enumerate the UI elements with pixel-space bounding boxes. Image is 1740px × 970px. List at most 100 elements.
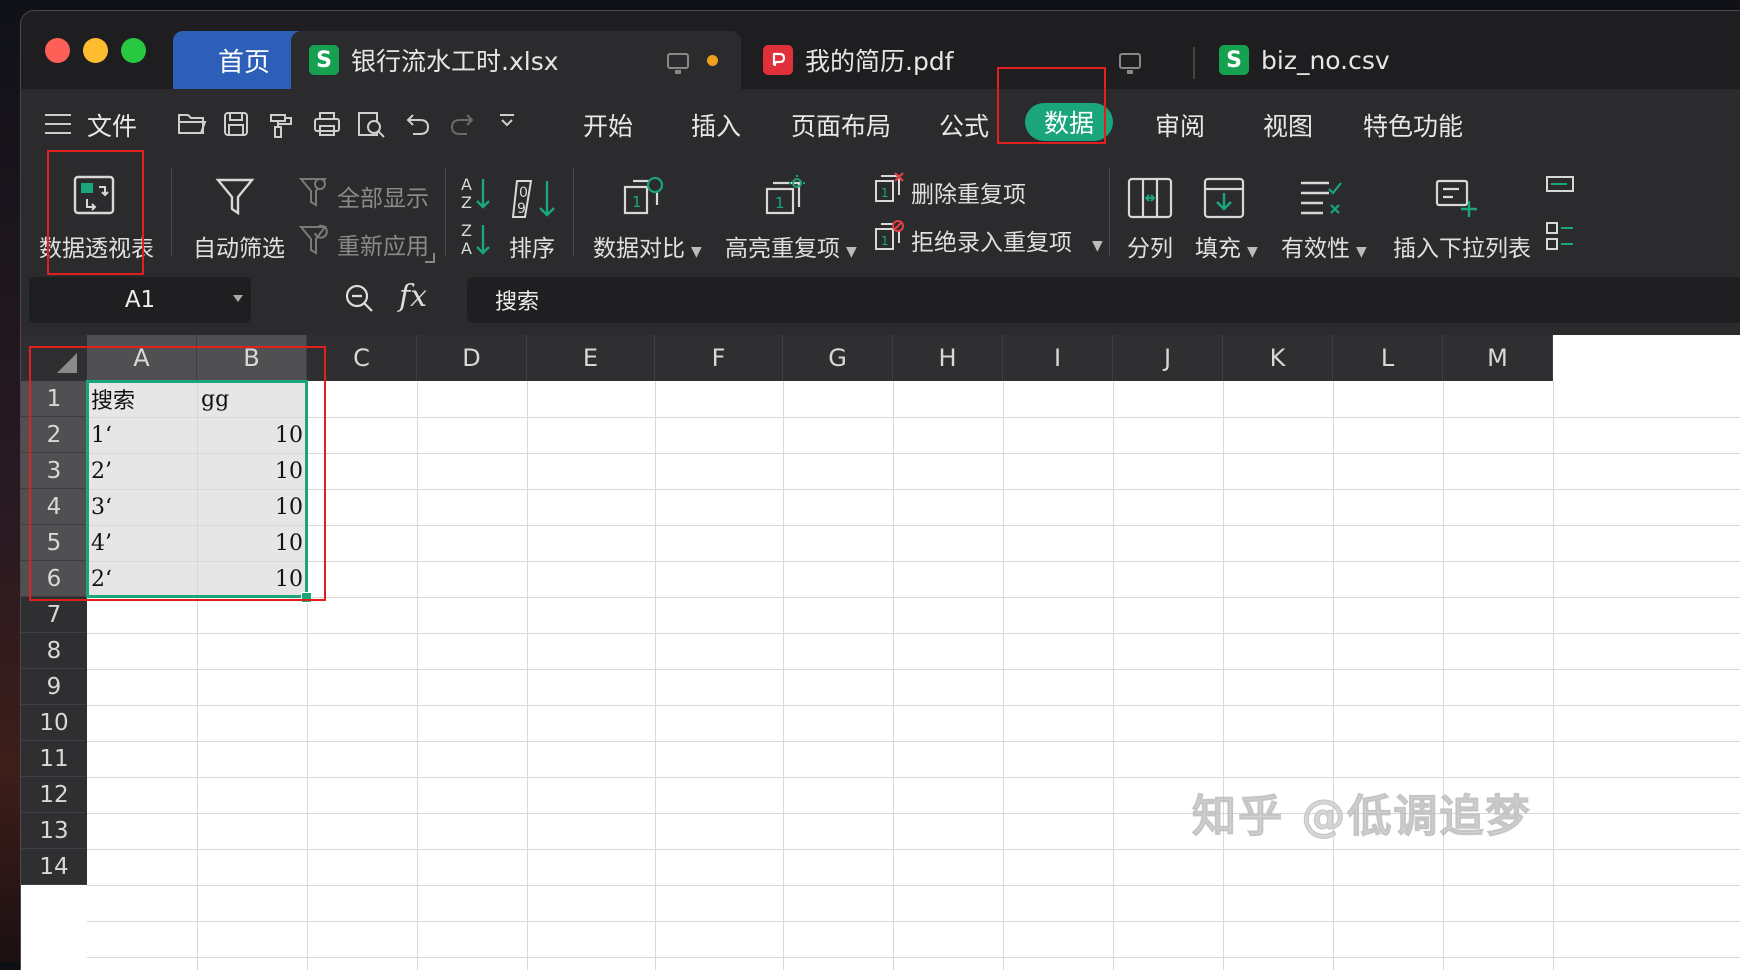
zoom-window-button[interactable] <box>121 38 146 63</box>
grid-line <box>87 957 1740 958</box>
reject-duplicates-button[interactable]: 1 拒绝录入重复项 ▼ <box>873 219 1103 256</box>
row-header-12[interactable]: 12 <box>21 777 87 813</box>
svg-text:1: 1 <box>775 194 785 212</box>
tab-csv-label: biz_no.csv <box>1261 45 1390 75</box>
row-header-9[interactable]: 9 <box>21 669 87 705</box>
print-icon[interactable] <box>313 111 341 137</box>
data-compare-label: 数据对比 ▼ <box>593 236 702 262</box>
sort-ascending-icon[interactable]: AZ <box>459 175 493 211</box>
split-columns-button[interactable]: 分列 <box>1121 165 1181 262</box>
reapply-label: 重新应用 <box>337 234 429 260</box>
svg-text:1: 1 <box>881 186 889 200</box>
validity-button[interactable]: 有效性 ▼ <box>1279 165 1375 262</box>
row-header-11[interactable]: 11 <box>21 741 87 777</box>
print-preview-icon[interactable] <box>357 111 387 139</box>
name-box[interactable]: A1 <box>29 277 251 323</box>
grid-line <box>87 417 1740 418</box>
column-header-i[interactable]: I <box>1003 335 1113 381</box>
more-tools-icon[interactable] <box>1545 175 1575 209</box>
annotation-box-pivot <box>47 150 144 275</box>
insert-dropdown-list-button[interactable]: 插入下拉列表 <box>1391 165 1531 262</box>
svg-text:1: 1 <box>632 193 642 211</box>
reapply-icon <box>299 224 328 255</box>
svg-text:9: 9 <box>517 201 526 217</box>
ribbon-divider <box>1109 167 1110 257</box>
column-header-h[interactable]: H <box>893 335 1003 381</box>
undo-icon[interactable] <box>405 111 431 137</box>
grid-line <box>893 381 894 970</box>
monitor-icon[interactable] <box>1119 53 1141 74</box>
close-window-button[interactable] <box>45 38 70 63</box>
insert-dropdown-list-label: 插入下拉列表 <box>1393 236 1531 262</box>
grid-line <box>87 705 1740 706</box>
ribbon: 数据透视表 自动筛选 全部显示 重新应用 AZ ZA 09 排序 1 数据对比 ▼ <box>21 155 1740 265</box>
row-header-8[interactable]: 8 <box>21 633 87 669</box>
grid-line <box>87 633 1740 634</box>
monitor-icon[interactable] <box>667 53 689 74</box>
reject-duplicates-label: 拒绝录入重复项 ▼ <box>911 230 1103 256</box>
reapply-button[interactable]: 重新应用 <box>299 223 429 260</box>
tab-xlsx[interactable]: S 银行流水工时.xlsx <box>291 31 741 89</box>
menu-file[interactable]: 文件 <box>87 107 137 143</box>
tab-pdf[interactable]: 我的简历.pdf <box>763 31 1183 89</box>
tab-csv[interactable]: S biz_no.csv <box>1219 31 1619 89</box>
column-header-d[interactable]: D <box>417 335 527 381</box>
highlight-duplicates-icon: 1 <box>765 175 805 215</box>
save-icon[interactable] <box>223 111 249 137</box>
annotation-box-selection <box>29 346 326 601</box>
column-header-j[interactable]: J <box>1113 335 1223 381</box>
open-folder-icon[interactable] <box>177 111 207 137</box>
menu-special[interactable]: 特色功能 <box>1363 107 1463 143</box>
grid-line <box>87 597 1740 598</box>
show-all-button[interactable]: 全部显示 <box>299 175 429 212</box>
fx-icon[interactable]: fx <box>399 279 427 314</box>
column-header-k[interactable]: K <box>1223 335 1333 381</box>
sort-descending-icon[interactable]: ZA <box>459 221 493 257</box>
tab-xlsx-label: 银行流水工时.xlsx <box>351 47 559 76</box>
format-painter-icon[interactable] <box>267 111 295 139</box>
customize-toolbar-icon[interactable] <box>497 111 517 131</box>
row-header-13[interactable]: 13 <box>21 813 87 849</box>
menu-hamburger-icon[interactable] <box>45 114 71 134</box>
menu-page-layout[interactable]: 页面布局 <box>791 107 891 143</box>
zoom-search-icon[interactable] <box>344 283 374 313</box>
menu-view[interactable]: 视图 <box>1263 107 1313 143</box>
menu-insert[interactable]: 插入 <box>691 107 741 143</box>
row-header-10[interactable]: 10 <box>21 705 87 741</box>
sort-button[interactable]: 09 排序 <box>505 165 575 262</box>
grid-line <box>1003 381 1004 970</box>
row-header-14[interactable]: 14 <box>21 849 87 885</box>
menu-formula[interactable]: 公式 <box>939 107 989 143</box>
split-columns-icon <box>1127 177 1173 219</box>
grid-line <box>87 561 1740 562</box>
grid-line <box>87 777 1740 778</box>
redo-icon[interactable] <box>449 111 475 137</box>
highlight-duplicates-button[interactable]: 1 高亮重复项 ▼ <box>725 165 865 262</box>
data-compare-button[interactable]: 1 数据对比 ▼ <box>591 165 709 262</box>
more-tools-icon[interactable] <box>1545 221 1575 255</box>
minimize-window-button[interactable] <box>83 38 108 63</box>
autofilter-label: 自动筛选 <box>193 236 285 262</box>
column-header-l[interactable]: L <box>1333 335 1443 381</box>
grid-line <box>87 741 1740 742</box>
remove-duplicates-button[interactable]: 1 删除重复项 <box>873 171 1063 208</box>
spreadsheet-icon: S <box>1219 45 1249 75</box>
column-header-g[interactable]: G <box>783 335 893 381</box>
column-header-e[interactable]: E <box>527 335 655 381</box>
group-expand-icon[interactable] <box>425 253 435 263</box>
column-header-m[interactable]: M <box>1443 335 1553 381</box>
grid-line <box>1553 381 1554 970</box>
column-header-f[interactable]: F <box>655 335 783 381</box>
autofilter-button[interactable]: 自动筛选 <box>191 165 285 262</box>
watermark: 知乎 @低调追梦 <box>1191 791 1532 843</box>
menu-review[interactable]: 审阅 <box>1155 107 1205 143</box>
annotation-box-data-tab <box>997 67 1106 144</box>
remove-duplicates-icon: 1 <box>875 172 904 202</box>
fill-button[interactable]: 填充 ▼ <box>1193 165 1273 262</box>
menu-start[interactable]: 开始 <box>583 107 633 143</box>
chevron-down-icon[interactable] <box>233 295 243 302</box>
grid-line <box>1113 381 1114 970</box>
row-header-7[interactable]: 7 <box>21 597 87 633</box>
fill-icon <box>1203 177 1245 219</box>
formula-input[interactable]: 搜索 <box>467 277 1740 323</box>
